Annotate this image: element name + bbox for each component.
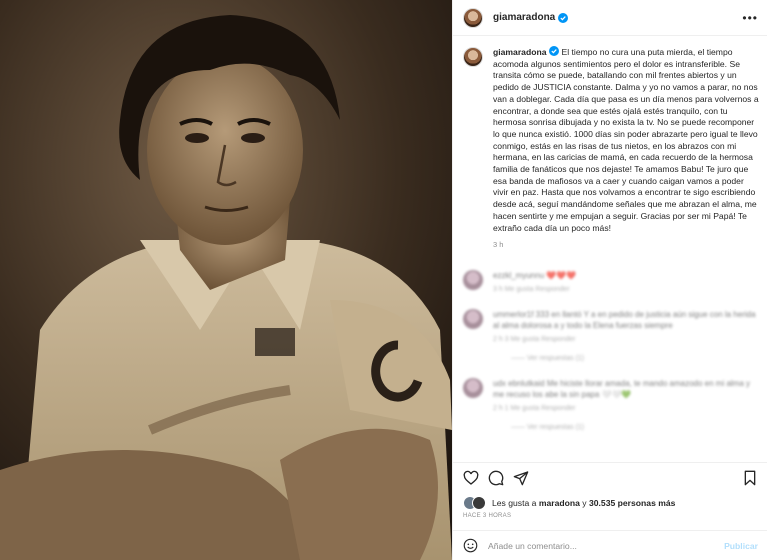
author-avatar[interactable] bbox=[463, 7, 483, 28]
author-username[interactable]: giamaradona bbox=[493, 12, 555, 23]
post-caption: giamaradona El tiempo no cura una puta mi… bbox=[463, 46, 761, 249]
add-comment-bar: Publicar bbox=[453, 530, 767, 560]
comment-icon[interactable] bbox=[488, 470, 504, 486]
post-image[interactable] bbox=[0, 0, 452, 560]
caption-message: El tiempo no cura una puta mierda, el ti… bbox=[493, 47, 759, 233]
likes-middle: y bbox=[582, 498, 587, 508]
view-replies-link[interactable]: —— Ver respuestas (1) bbox=[511, 422, 763, 433]
comment-meta: 3 h Me gusta Responder bbox=[493, 286, 570, 293]
emoji-icon[interactable] bbox=[463, 538, 478, 553]
post-header: giamaradona ••• bbox=[453, 0, 767, 36]
more-options-icon[interactable]: ••• bbox=[742, 11, 758, 25]
comment-text: ezzkl_myunnu ❤️❤️❤️ bbox=[493, 271, 577, 280]
liker-avatars bbox=[463, 496, 486, 510]
caption-author-avatar[interactable] bbox=[463, 47, 483, 67]
list-item: udx ebnlutkaid Me hiciste llorar amada, … bbox=[463, 378, 763, 433]
comment-avatar[interactable] bbox=[463, 309, 483, 329]
comment-meta: 2 h 1 Me gusta Responder bbox=[493, 405, 576, 412]
likes-prefix: Les gusta a bbox=[492, 498, 537, 508]
comments-list: ezzkl_myunnu ❤️❤️❤️ 3 h Me gusta Respond… bbox=[463, 270, 763, 447]
comment-body: udx ebnlutkaid Me hiciste llorar amada, … bbox=[493, 378, 763, 433]
heart-icon[interactable] bbox=[463, 470, 479, 486]
publish-button[interactable]: Publicar bbox=[724, 541, 758, 551]
list-item: ezzkl_myunnu ❤️❤️❤️ 3 h Me gusta Respond… bbox=[463, 270, 763, 295]
likes-summary: Les gusta a maradona y 30.535 personas m… bbox=[463, 496, 675, 510]
post-date: HACE 3 HORAS bbox=[463, 513, 512, 519]
list-item: ummerlor1f 333 en llantó Y a en pedido d… bbox=[463, 309, 763, 364]
comment-body: ezzkl_myunnu ❤️❤️❤️ 3 h Me gusta Respond… bbox=[493, 270, 576, 295]
caption-timestamp: 3 h bbox=[493, 240, 504, 250]
verified-badge-icon bbox=[558, 12, 569, 23]
comment-body: ummerlor1f 333 en llantó Y a en pedido d… bbox=[493, 309, 763, 364]
portrait-illustration bbox=[0, 0, 452, 560]
comment-avatar[interactable] bbox=[463, 378, 483, 398]
likes-first-user[interactable]: maradona bbox=[539, 498, 580, 508]
comment-text: ummerlor1f 333 en llantó Y a en pedido d… bbox=[493, 310, 756, 330]
likes-others[interactable]: 30.535 personas más bbox=[589, 498, 675, 508]
comment-meta: 2 h 3 Me gusta Responder bbox=[493, 336, 576, 343]
view-replies-link[interactable]: —— Ver respuestas (1) bbox=[511, 353, 763, 364]
avatar bbox=[472, 496, 486, 510]
comment-text: udx ebnlutkaid Me hiciste llorar amada, … bbox=[493, 379, 751, 399]
share-icon[interactable] bbox=[513, 470, 529, 486]
post-panel: giamaradona ••• giamaradona El tiempo no … bbox=[452, 0, 767, 560]
post-actions bbox=[453, 462, 767, 492]
caption-author-username[interactable]: giamaradona bbox=[493, 47, 547, 57]
comment-input[interactable] bbox=[488, 540, 708, 551]
caption-text: giamaradona El tiempo no cura una puta mi… bbox=[493, 46, 761, 234]
comment-avatar[interactable] bbox=[463, 270, 483, 290]
caption-body: giamaradona El tiempo no cura una puta mi… bbox=[493, 46, 761, 249]
verified-badge-icon bbox=[548, 46, 559, 56]
bookmark-icon[interactable] bbox=[742, 470, 758, 486]
